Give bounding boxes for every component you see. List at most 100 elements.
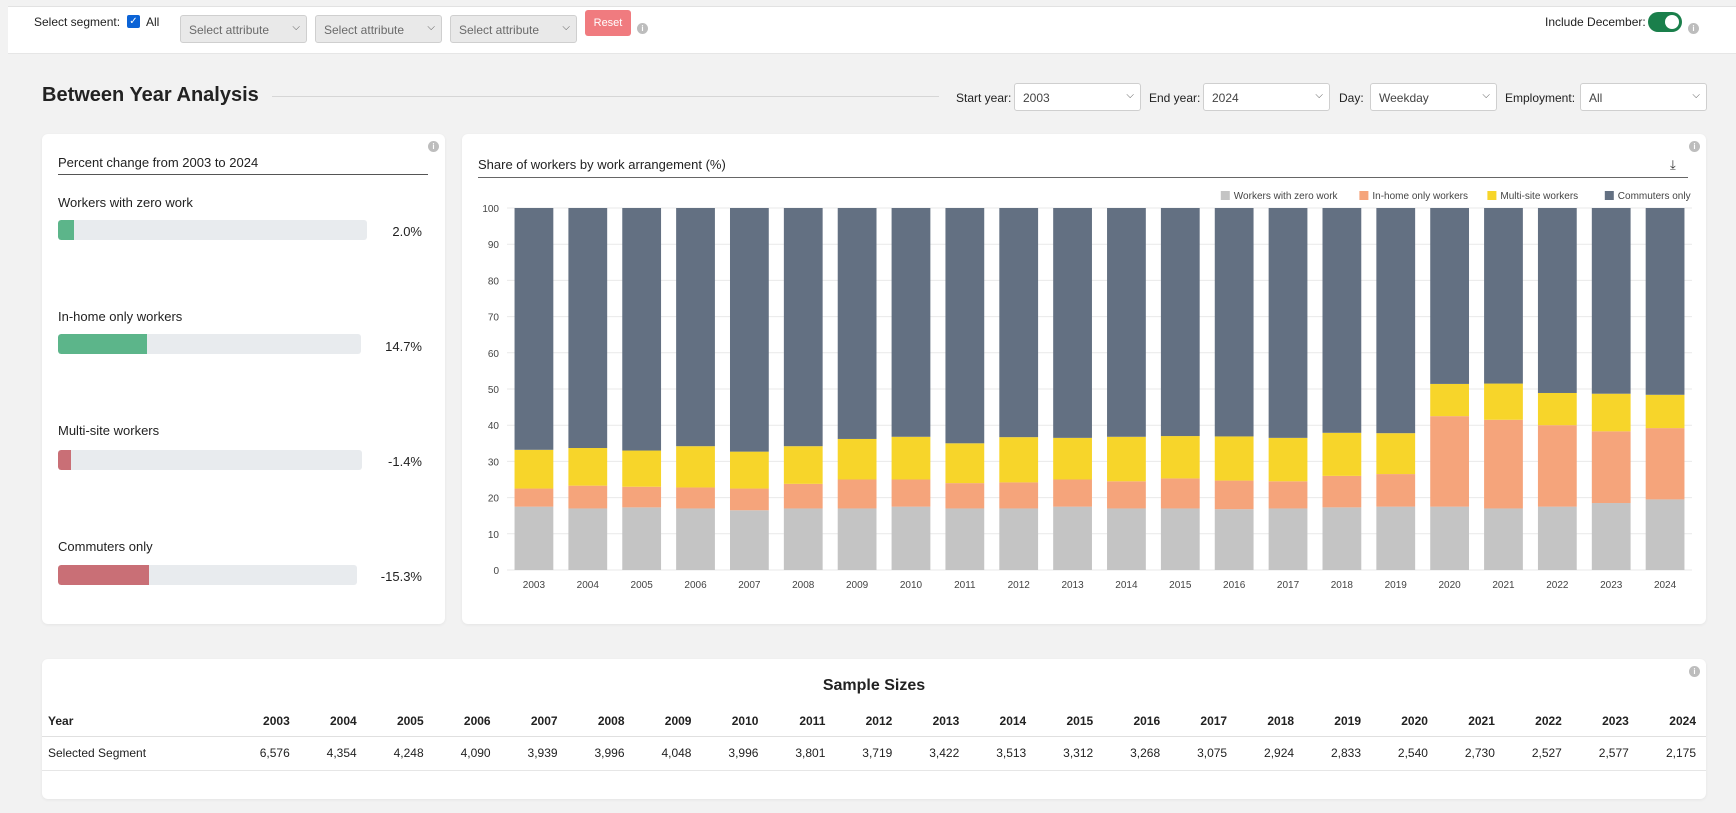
bar-segment (1591, 431, 1631, 504)
table-row-label: Selected Segment (42, 736, 233, 771)
bar-segment (622, 507, 662, 570)
bar-segment (999, 482, 1039, 509)
x-tick-label: 2017 (1277, 580, 1300, 591)
bar-segment (1537, 425, 1577, 507)
table-header-cell: 2015 (1036, 706, 1104, 737)
day-select[interactable]: Weekday ⌵ (1370, 83, 1497, 111)
bar-segment (783, 446, 823, 484)
bar-segment (1484, 508, 1523, 570)
bar-segment (837, 438, 877, 480)
info-icon[interactable]: i (1689, 666, 1700, 677)
info-icon[interactable]: i (1689, 141, 1700, 152)
y-tick-label: 70 (488, 313, 500, 324)
bar-segment (729, 208, 769, 452)
bar-fill-in-home (58, 334, 147, 354)
attribute-select-3[interactable]: Select attribute ⌵ (450, 15, 577, 43)
bar-segment (1484, 383, 1523, 420)
x-tick-label: 2012 (1008, 580, 1031, 591)
x-tick-label: 2019 (1385, 580, 1408, 591)
bar-segment (1645, 428, 1685, 500)
x-tick-label: 2007 (738, 580, 761, 591)
bar-segment (1430, 506, 1470, 570)
bar-segment (1107, 436, 1146, 482)
table-header-cell: 2010 (701, 706, 769, 737)
info-icon[interactable]: i (1688, 23, 1699, 34)
bar-segment (783, 208, 823, 447)
end-year-select[interactable]: 2024 ⌵ (1203, 83, 1330, 111)
bar-segment (999, 208, 1039, 438)
bar-segment (891, 208, 931, 437)
bar-fill-multi-site (58, 450, 71, 470)
table-header-cell: 2019 (1304, 706, 1371, 737)
y-tick-label: 90 (488, 240, 500, 251)
attribute-select-2-placeholder: Select attribute (324, 23, 405, 37)
table-header-cell: 2004 (299, 706, 367, 737)
y-tick-label: 10 (488, 530, 500, 541)
include-december-label: Include December: (1545, 15, 1646, 29)
table-header-cell: 2020 (1371, 706, 1438, 737)
sample-sizes-table: Year 2003 2004 2005 2006 2007 2008 2009 2010 2011… (42, 706, 1706, 771)
bar-segment (783, 483, 823, 509)
attribute-select-1[interactable]: Select attribute ⌵ (180, 15, 307, 43)
x-tick-label: 2008 (792, 580, 815, 591)
all-checkbox[interactable]: ✓ (127, 15, 140, 28)
table-header-cell: 2024 (1638, 706, 1706, 737)
day-value: Weekday (1379, 91, 1429, 105)
table-header-cell: 2013 (902, 706, 970, 737)
info-icon[interactable]: i (428, 141, 439, 152)
attribute-select-2[interactable]: Select attribute ⌵ (315, 15, 442, 43)
table-cell: 2,924 (1237, 736, 1305, 771)
bar-segment (1107, 481, 1146, 509)
table-header-cell: 2016 (1103, 706, 1171, 737)
chevron-down-icon: ⌵ (1315, 90, 1323, 101)
x-tick-label: 2003 (523, 580, 546, 591)
bar-segment (514, 506, 554, 570)
metric-value-in-home: 14.7% (385, 339, 422, 354)
table-header-cell: 2014 (969, 706, 1037, 737)
metric-label-commuters: Commuters only (58, 539, 153, 554)
bar-track-multi-site (58, 450, 362, 470)
table-cell: 3,268 (1103, 736, 1171, 771)
start-year-value: 2003 (1023, 91, 1050, 105)
bar-segment (514, 449, 554, 489)
y-tick-label: 30 (488, 457, 500, 468)
bar-segment (1537, 208, 1577, 393)
employment-select[interactable]: All ⌵ (1580, 83, 1707, 111)
x-tick-label: 2006 (684, 580, 707, 591)
toggle-knob (1665, 15, 1679, 29)
table-header-cell: 2021 (1437, 706, 1505, 737)
bar-segment (622, 450, 662, 487)
bar-fill-commuters (58, 565, 150, 585)
y-tick-label: 50 (488, 385, 500, 396)
legend-swatch (1604, 191, 1614, 200)
table-header-cell: 2005 (366, 706, 434, 737)
bar-segment (1160, 208, 1200, 437)
bar-track-in-home (58, 334, 361, 354)
bar-track-zero-work (58, 220, 367, 240)
bar-segment (837, 208, 877, 439)
bar-segment (676, 446, 715, 488)
bar-segment (1645, 394, 1685, 429)
bar-segment (568, 508, 608, 570)
info-icon[interactable]: i (637, 23, 648, 34)
legend-swatch (1359, 191, 1369, 200)
table-cell: 3,075 (1170, 736, 1238, 771)
reset-button[interactable]: Reset (585, 10, 631, 36)
include-december-toggle[interactable] (1648, 12, 1682, 32)
bar-segment (1268, 481, 1308, 509)
chevron-down-icon: ⌵ (427, 22, 435, 33)
bar-segment (999, 508, 1039, 570)
chevron-down-icon: ⌵ (1482, 90, 1490, 101)
end-year-label: End year: (1149, 91, 1201, 105)
chevron-down-icon: ⌵ (562, 22, 570, 33)
download-icon[interactable]: ⤓ (1670, 157, 1676, 173)
bar-segment (837, 508, 877, 570)
day-label: Day: (1339, 91, 1364, 105)
bar-segment (891, 436, 931, 480)
bar-segment (1484, 419, 1523, 509)
start-year-select[interactable]: 2003 ⌵ (1014, 83, 1141, 111)
title-divider (272, 96, 939, 97)
sample-sizes-title: Sample Sizes (822, 677, 926, 694)
table-cell: 3,312 (1036, 736, 1104, 771)
table-header-cell: 2009 (634, 706, 702, 737)
